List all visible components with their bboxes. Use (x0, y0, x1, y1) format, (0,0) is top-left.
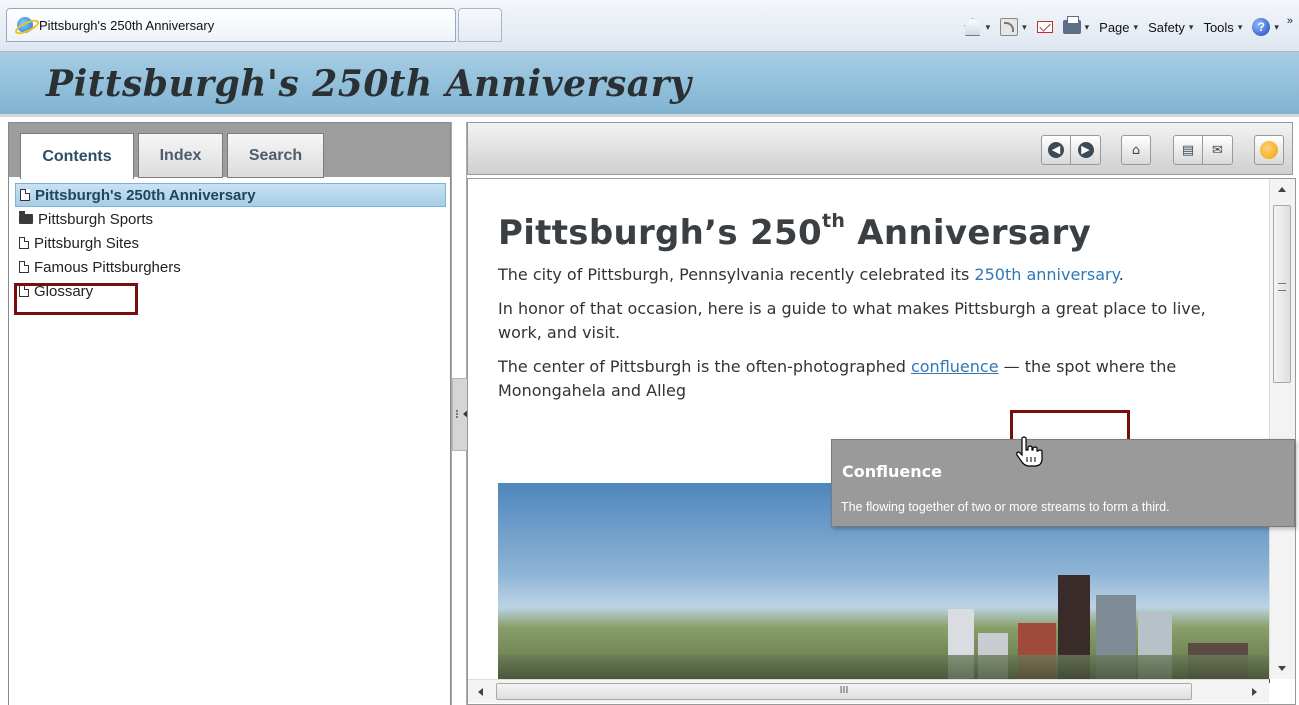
navigation-pane: Contents Index Search Pittsburgh's 250th… (8, 122, 451, 705)
back-icon: ◀ (1048, 142, 1064, 158)
dropdown-arrow-icon: ▾ (1133, 21, 1139, 32)
browser-chrome: Pittsburgh's 250th Anniversary ▾ ▾ ▾ Pag… (0, 0, 1299, 52)
scroll-up-arrow-icon[interactable] (1278, 187, 1286, 192)
vertical-scroll-thumb[interactable] (1273, 205, 1291, 383)
page-icon (19, 261, 29, 273)
glossary-tooltip: Confluence The flowing together of two o… (831, 439, 1295, 527)
horizontal-scroll-thumb[interactable]: III (496, 683, 1192, 700)
toc-item-label: Pittsburgh's 250th Anniversary (35, 186, 256, 204)
toc-item-famous[interactable]: Famous Pittsburghers (15, 255, 446, 279)
email-topic-button[interactable]: ✉ (1203, 135, 1233, 165)
toc-item-label: Pittsburgh Sites (34, 234, 140, 252)
toc-item-label: Famous Pittsburghers (34, 258, 181, 276)
tooltip-title: Confluence (842, 462, 942, 481)
topic-content: Pittsburgh’s 250th Anniversary The city … (498, 209, 1238, 403)
overflow-chevron-icon[interactable]: » (1287, 15, 1293, 27)
print-topic-button[interactable]: ▤ (1173, 135, 1203, 165)
mail-icon (1036, 21, 1053, 33)
hand-cursor-icon (1016, 436, 1043, 467)
dropdown-arrow-icon: ▾ (1084, 21, 1090, 32)
help-icon: ? (1252, 18, 1271, 36)
new-tab-button[interactable] (458, 8, 502, 42)
back-button[interactable]: ◀ (1041, 135, 1071, 165)
tools-menu-label: Tools (1203, 19, 1234, 35)
page-icon (19, 237, 29, 249)
paragraph-confluence: The center of Pittsburgh is the often-ph… (498, 357, 1177, 400)
tab-contents[interactable]: Contents (20, 133, 134, 179)
browser-tab-title: Pittsburgh's 250th Anniversary (39, 17, 215, 33)
dropdown-arrow-icon: ▾ (1274, 21, 1279, 32)
email-icon: ✉ (1212, 142, 1223, 158)
page-menu[interactable]: Page ▾ (1099, 20, 1138, 35)
site-header: Pittsburgh's 250th Anniversary (0, 52, 1299, 117)
scroll-grip-icon (1278, 283, 1286, 291)
options-button[interactable] (1254, 135, 1284, 165)
tooltip-body: The flowing together of two or more stre… (841, 500, 1170, 514)
safety-menu[interactable]: Safety ▾ (1148, 20, 1193, 35)
toc-item-sports[interactable]: Pittsburgh Sports (15, 207, 446, 231)
dropdown-arrow-icon: ▾ (1022, 21, 1027, 32)
scroll-right-arrow-icon[interactable] (1252, 688, 1257, 696)
toc-item-label: Pittsburgh Sports (38, 210, 154, 228)
safety-menu-label: Safety (1148, 19, 1185, 35)
browser-tab-active[interactable]: Pittsburgh's 250th Anniversary (6, 8, 456, 42)
topic-toolbar: ◀ ▶ ⌂ ▤ ✉ (467, 122, 1293, 175)
dropdown-arrow-icon: ▾ (1237, 21, 1243, 32)
toc-item-sites[interactable]: Pittsburgh Sites (15, 231, 446, 255)
tab-index[interactable]: Index (138, 133, 223, 178)
scroll-left-arrow-icon[interactable] (478, 688, 483, 696)
read-mail-button[interactable] (1036, 21, 1053, 33)
folder-icon (19, 211, 33, 224)
confluence-glossary-link[interactable]: confluence (911, 357, 999, 376)
topic-heading: Pittsburgh’s 250th Anniversary (498, 209, 1092, 253)
rss-feed-icon (1000, 18, 1019, 36)
paragraph-honor: In honor of that occasion, here is a gui… (498, 299, 1206, 342)
options-icon (1260, 141, 1278, 159)
home-icon: ⌂ (1131, 142, 1141, 158)
tools-menu[interactable]: Tools ▾ (1203, 20, 1242, 35)
home-icon (963, 18, 982, 36)
dropdown-arrow-icon: ▾ (1188, 21, 1194, 32)
horizontal-scrollbar[interactable]: III (468, 679, 1269, 703)
help-menu[interactable]: ? ▾ (1252, 18, 1279, 36)
print-button[interactable]: ▾ (1062, 16, 1090, 34)
nav-tab-strip: Contents Index Search (9, 123, 450, 179)
glossary-highlight-box (14, 283, 138, 315)
ie-logo-icon (17, 17, 33, 33)
printer-icon (1062, 16, 1081, 34)
paragraph-intro: The city of Pittsburgh, Pennsylvania rec… (498, 265, 1124, 284)
feeds-button[interactable]: ▾ (1000, 18, 1027, 36)
dropdown-arrow-icon: ▾ (985, 21, 991, 32)
forward-button[interactable]: ▶ (1071, 135, 1101, 165)
site-title: Pittsburgh's 250th Anniversary (46, 63, 692, 105)
grip-icon (456, 410, 460, 418)
page-icon (20, 189, 30, 201)
toc-item-anniversary[interactable]: Pittsburgh's 250th Anniversary (15, 183, 446, 207)
forward-icon: ▶ (1077, 142, 1094, 158)
home-button[interactable]: ▾ (963, 18, 991, 36)
vertical-scrollbar[interactable] (1269, 179, 1295, 679)
anniversary-link[interactable]: 250th anniversary (974, 265, 1118, 284)
home-topic-button[interactable]: ⌂ (1121, 135, 1151, 165)
print-icon: ▤ (1181, 142, 1195, 158)
scroll-down-arrow-icon[interactable] (1278, 666, 1286, 671)
tab-search[interactable]: Search (227, 133, 324, 178)
page-menu-label: Page (1099, 19, 1130, 35)
command-bar: ▾ ▾ ▾ Page ▾ Safety ▾ Tools ▾ ? ▾ » (954, 14, 1293, 40)
